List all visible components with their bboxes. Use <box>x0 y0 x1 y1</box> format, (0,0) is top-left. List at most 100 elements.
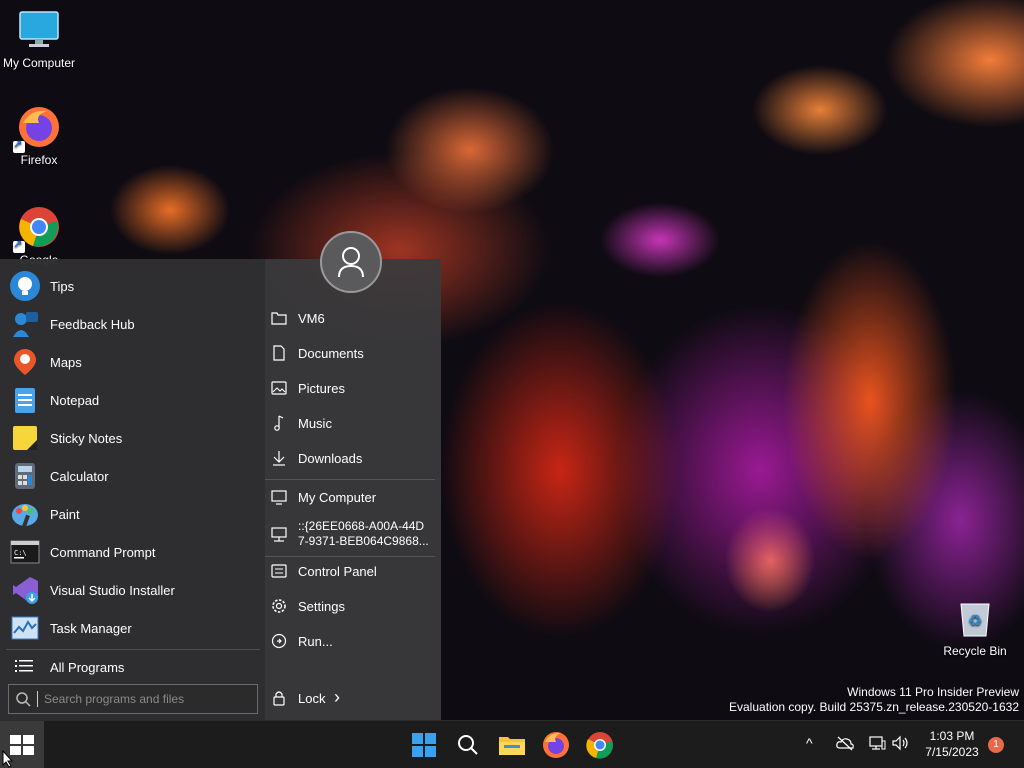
taskbar-start-button[interactable] <box>408 729 440 761</box>
user-icon <box>338 247 364 278</box>
windows-start-icon <box>412 733 436 757</box>
place-label-multiline: ::{26EE0668-A00A-44D 7-9371-BEB064C9868.… <box>298 519 429 549</box>
place-control-panel[interactable]: Control Panel <box>265 555 437 587</box>
lock-button[interactable]: Lock <box>265 682 355 714</box>
place-label: VM6 <box>298 310 325 326</box>
notepad-icon <box>10 385 40 415</box>
start-search-box[interactable] <box>8 684 258 714</box>
app-item-label: Notepad <box>50 392 100 408</box>
place-documents[interactable]: Documents <box>265 337 437 369</box>
app-item-label: Command Prompt <box>50 544 156 560</box>
place-label: Documents <box>298 345 364 361</box>
search-input[interactable] <box>37 691 237 707</box>
task-manager-icon <box>10 613 40 643</box>
watermark-line1: Windows 11 Pro Insider Preview <box>847 685 1019 699</box>
maps-icon <box>10 347 40 377</box>
download-icon <box>270 449 288 467</box>
search-icon <box>9 685 37 713</box>
computer-icon <box>270 488 288 506</box>
place-run[interactable]: Run... <box>265 625 437 657</box>
taskbar-file-explorer-button[interactable] <box>496 729 528 761</box>
run-icon <box>270 632 288 650</box>
place-label: Run... <box>298 633 333 649</box>
app-item-feedback-hub[interactable]: Feedback Hub <box>10 307 260 341</box>
firefox-icon <box>543 732 569 758</box>
file-explorer-icon <box>499 737 525 755</box>
place-vm6[interactable]: VM6 <box>265 302 437 334</box>
start-menu: Tips Feedback Hub Maps Notepad Sticky No… <box>0 231 441 720</box>
paint-icon <box>10 499 40 529</box>
network-status-icon[interactable] <box>867 735 887 754</box>
app-item-label: Calculator <box>50 468 109 484</box>
place-settings[interactable]: Settings <box>265 590 437 622</box>
clock-date: 7/15/2023 <box>925 745 979 759</box>
place-pictures[interactable]: Pictures <box>265 372 437 404</box>
clock-time: 1:03 PM <box>929 729 975 743</box>
app-item-calculator[interactable]: Calculator <box>10 459 260 493</box>
app-item-maps[interactable]: Maps <box>10 345 260 379</box>
onedrive-icon[interactable] <box>835 735 855 754</box>
place-label: My Computer <box>298 489 377 505</box>
document-icon <box>270 344 288 362</box>
mouse-cursor-icon <box>2 749 14 768</box>
app-item-label: Maps <box>50 354 82 370</box>
gear-icon <box>270 597 288 615</box>
app-item-label: Tips <box>50 278 75 294</box>
evaluation-watermark: Windows 11 Pro Insider Preview Evaluatio… <box>729 685 1019 715</box>
app-item-visual-studio-installer[interactable]: Visual Studio Installer <box>10 573 260 607</box>
app-item-tips[interactable]: Tips <box>10 269 260 303</box>
place-label: Music <box>298 415 332 431</box>
notification-badge[interactable]: 1 <box>988 737 1004 753</box>
feedback-hub-icon <box>10 309 40 339</box>
app-item-label: Sticky Notes <box>50 430 123 446</box>
monitor-icon <box>17 8 61 52</box>
picture-icon <box>270 379 288 397</box>
place-my-computer[interactable]: My Computer <box>265 481 437 513</box>
taskbar-chrome-button[interactable] <box>584 729 616 761</box>
desktop-icon-label: Firefox <box>20 153 58 167</box>
show-hidden-icons-button[interactable]: ^ <box>806 735 813 751</box>
clock[interactable]: 1:03 PM 7/15/2023 <box>920 728 984 760</box>
list-icon <box>10 652 40 682</box>
app-item-command-prompt[interactable]: C:\ Command Prompt <box>10 535 260 569</box>
svg-text:C:\: C:\ <box>14 549 27 557</box>
place-label: Settings <box>298 598 345 614</box>
svg-text:♻: ♻ <box>968 611 982 630</box>
all-programs-button[interactable]: All Programs <box>10 650 260 684</box>
desktop-icon-label: Recycle Bin <box>943 644 1007 658</box>
folder-icon <box>270 309 288 327</box>
taskbar-firefox-button[interactable] <box>540 729 572 761</box>
firefox-icon <box>13 105 61 153</box>
place-label: Downloads <box>298 450 363 466</box>
all-programs-label: All Programs <box>50 659 125 675</box>
place-downloads[interactable]: Downloads <box>265 442 437 474</box>
app-item-paint[interactable]: Paint <box>10 497 260 531</box>
place-label-line1: ::{26EE0668-A00A-44D <box>298 519 425 533</box>
watermark-line2: Evaluation copy. Build 25375.zn_release.… <box>729 700 1019 714</box>
sticky-notes-icon <box>10 423 40 453</box>
app-item-notepad[interactable]: Notepad <box>10 383 260 417</box>
place-music[interactable]: Music <box>265 407 437 439</box>
desktop-icon-recycle-bin[interactable]: ♻ Recycle Bin <box>936 596 1014 658</box>
taskbar-search-button[interactable] <box>452 729 484 761</box>
calculator-icon <box>10 461 40 491</box>
place-network-guid[interactable]: ::{26EE0668-A00A-44D 7-9371-BEB064C9868.… <box>265 516 437 552</box>
command-prompt-icon: C:\ <box>10 537 40 567</box>
volume-icon[interactable] <box>891 735 911 754</box>
app-item-task-manager[interactable]: Task Manager <box>10 611 260 645</box>
desktop-icon-my-computer[interactable]: My Computer <box>0 8 78 70</box>
taskbar: ^ 1:03 PM 7/15/2023 1 <box>0 720 1024 768</box>
app-item-label: Paint <box>50 506 80 522</box>
user-avatar[interactable] <box>320 231 382 293</box>
desktop-icon-google-chrome[interactable]: Google <box>0 205 78 267</box>
app-item-sticky-notes[interactable]: Sticky Notes <box>10 421 260 455</box>
place-label: Pictures <box>298 380 345 396</box>
lock-options-chevron-icon[interactable]: › <box>334 688 340 706</box>
places-separator <box>265 479 435 480</box>
shortcut-arrow-icon <box>13 238 25 253</box>
search-icon <box>458 735 478 755</box>
app-item-label: Visual Studio Installer <box>50 582 175 598</box>
desktop-icon-firefox[interactable]: Firefox <box>0 105 78 167</box>
recycle-bin-icon: ♻ <box>953 596 997 640</box>
app-item-label: Feedback Hub <box>50 316 135 332</box>
